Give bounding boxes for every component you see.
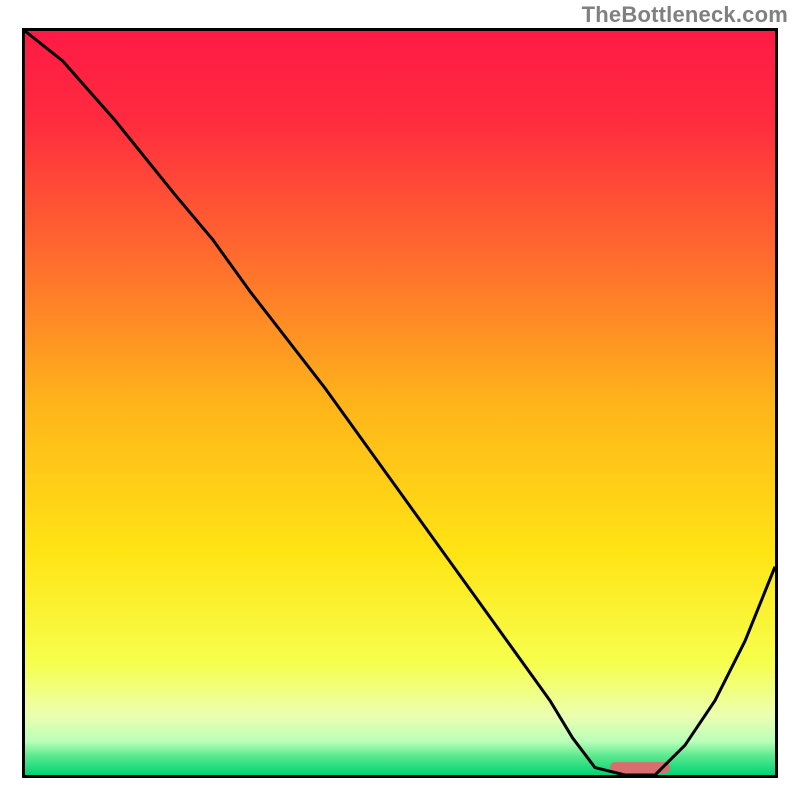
chart-container: TheBottleneck.com xyxy=(0,0,800,800)
gradient-backdrop xyxy=(25,31,775,775)
watermark-text: TheBottleneck.com xyxy=(582,2,788,28)
plot-area xyxy=(22,28,778,778)
chart-svg xyxy=(25,31,775,775)
